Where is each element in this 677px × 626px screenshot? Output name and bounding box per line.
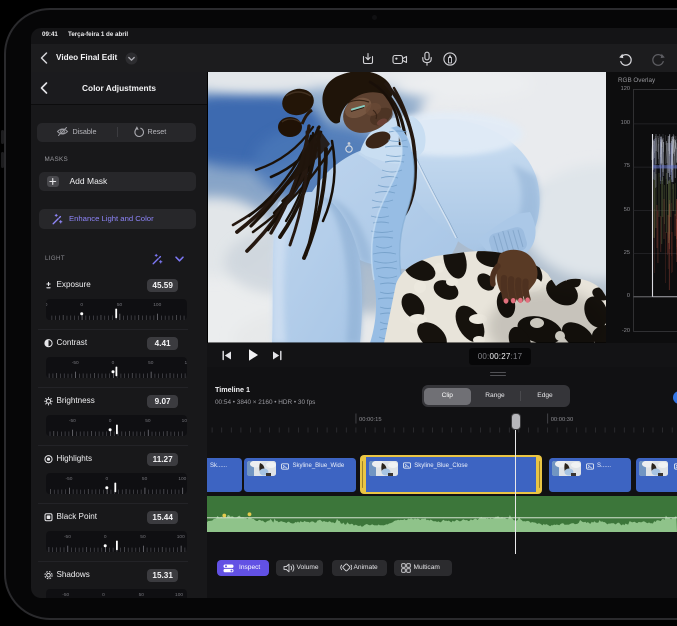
svg-text:-50: -50 (68, 417, 75, 423)
svg-text:100: 100 (181, 417, 186, 423)
svg-text:100: 100 (178, 475, 186, 481)
svg-text:0: 0 (103, 533, 106, 539)
svg-text:50: 50 (145, 417, 151, 423)
svg-text:-50: -50 (71, 359, 78, 365)
svg-text:50: 50 (140, 533, 146, 539)
svg-text:100: 100 (176, 533, 184, 539)
svg-text:-50: -50 (63, 533, 70, 539)
svg-text:-50: -50 (62, 591, 69, 597)
svg-text:0: 0 (108, 417, 111, 423)
svg-text:0: 0 (80, 301, 83, 307)
svg-text:0: 0 (102, 591, 105, 597)
svg-text:0: 0 (111, 359, 114, 365)
svg-text:50: 50 (116, 301, 122, 307)
svg-text:0: 0 (105, 475, 108, 481)
svg-text:-50: -50 (65, 475, 72, 481)
svg-text:100: 100 (184, 359, 186, 365)
svg-text:00:00:30: 00:00:30 (551, 417, 574, 423)
svg-text:100: 100 (175, 591, 183, 597)
svg-text:50: 50 (138, 591, 144, 597)
svg-text:00:00:15: 00:00:15 (359, 417, 382, 423)
svg-text:50: 50 (141, 475, 147, 481)
svg-text:100: 100 (153, 301, 161, 307)
svg-text:50: 50 (148, 359, 154, 365)
